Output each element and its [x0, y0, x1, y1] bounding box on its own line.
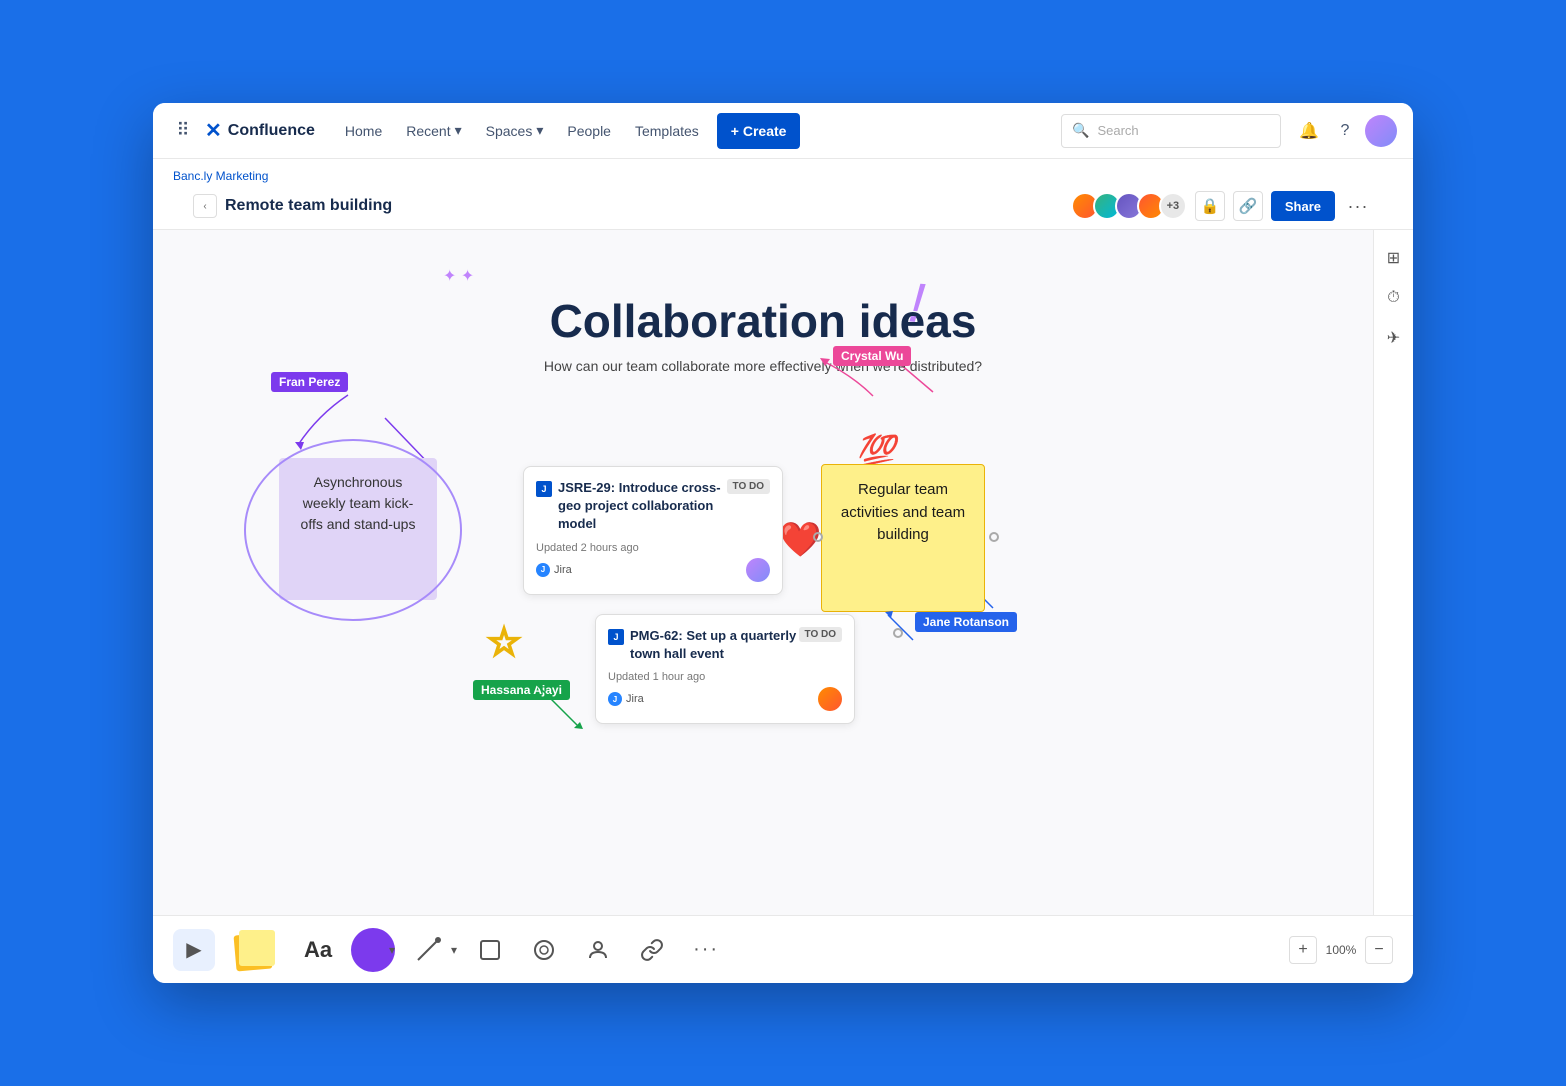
help-icon[interactable]: ?	[1329, 115, 1361, 147]
nav-people[interactable]: People	[557, 113, 621, 149]
jira-icon-2: J	[608, 629, 624, 645]
jira-card-1[interactable]: J JSRE-29: Introduce cross-geo project c…	[523, 466, 783, 595]
smart-link-icon	[532, 938, 556, 962]
line-icon	[412, 934, 444, 966]
chevron-down-icon: ▾	[455, 122, 462, 139]
link-tool[interactable]	[631, 929, 673, 971]
arrow-crystal	[843, 356, 903, 406]
jira-user-avatar-1	[746, 558, 770, 582]
canvas-area: ✦ ✦ Collaboration ideas ! How can our te…	[153, 230, 1373, 915]
sidebar-toggle[interactable]: ‹	[193, 194, 217, 218]
sticky-light-sample	[239, 930, 275, 966]
jira-updated-2: Updated 1 hour ago	[608, 671, 842, 683]
confluence-logo-icon: ✕	[205, 118, 222, 143]
more-tools[interactable]: ···	[685, 929, 727, 971]
zoom-out-button[interactable]: −	[1365, 936, 1393, 964]
jira-user-avatar-2	[818, 687, 842, 711]
line-dropdown-arrow[interactable]: ▾	[451, 943, 457, 957]
shape-icon	[478, 938, 502, 962]
nav-home[interactable]: Home	[335, 113, 392, 149]
notifications-icon[interactable]: 🔔	[1293, 115, 1325, 147]
jira-footer-1: J Jira	[536, 558, 770, 582]
shape-tool[interactable]	[469, 929, 511, 971]
zoom-in-button[interactable]: +	[1289, 936, 1317, 964]
search-input[interactable]: 🔍 Search	[1061, 114, 1281, 148]
bottom-toolbar: ▶ Aa ▾	[153, 915, 1413, 983]
sparkle-deco: ✦ ✦	[443, 266, 474, 286]
canvas-subtitle: How can our team collaborate more effect…	[544, 358, 982, 374]
jira-card-1-title: JSRE-29: Introduce cross-geo project col…	[558, 479, 727, 534]
smart-link-tool[interactable]	[523, 929, 565, 971]
avatar-count[interactable]: +3	[1159, 192, 1187, 220]
chevron-down-icon: ▾	[536, 122, 543, 139]
arrow-jane	[883, 610, 933, 660]
search-icon: 🔍	[1072, 122, 1089, 139]
nav-recent[interactable]: Recent ▾	[396, 113, 471, 149]
jira-status-2: TO DO	[799, 627, 842, 642]
breadcrumb: Banc.ly Marketing	[173, 169, 1393, 187]
jira-source-1: J Jira	[536, 563, 572, 577]
jira-icon-1: J	[536, 481, 552, 497]
timer-icon[interactable]: ⏱	[1378, 282, 1410, 314]
arrow-hassana	[537, 685, 597, 735]
text-tool[interactable]: Aa	[297, 929, 339, 971]
confluence-logo-text: Confluence	[228, 122, 315, 140]
pointer-tool[interactable]: ▶	[173, 929, 215, 971]
breadcrumb-parent[interactable]: Banc.ly Marketing	[173, 169, 268, 183]
user-avatar[interactable]	[1365, 115, 1397, 147]
share-button[interactable]: Share	[1271, 191, 1335, 221]
zoom-controls: + 100% −	[1289, 936, 1393, 964]
more-button[interactable]: ···	[1343, 191, 1373, 221]
jira-card-2[interactable]: J PMG-62: Set up a quarterly town hall e…	[595, 614, 855, 724]
circle-deco	[243, 430, 463, 630]
color-tool-group: ▾	[351, 928, 395, 972]
confluence-logo[interactable]: ✕ Confluence	[205, 118, 315, 143]
nav-templates[interactable]: Templates	[625, 113, 709, 149]
jira-source-2: J Jira	[608, 692, 644, 706]
avatar-group: +3	[1071, 192, 1187, 220]
link-icon[interactable]: 🔗	[1233, 191, 1263, 221]
create-button[interactable]: + Create	[717, 113, 801, 149]
people-tool[interactable]	[577, 929, 619, 971]
navbar: ⠿ ✕ Confluence Home Recent ▾ Spaces ▾ Pe…	[153, 103, 1413, 159]
jira-updated-1: Updated 2 hours ago	[536, 542, 770, 554]
dot-2	[989, 532, 999, 542]
lock-icon[interactable]: 🔒	[1195, 191, 1225, 221]
nav-spaces[interactable]: Spaces ▾	[476, 113, 554, 149]
dot-1	[813, 532, 823, 542]
sticky-note-yellow[interactable]: Regular team activities and team buildin…	[821, 464, 985, 612]
stickies-tool[interactable]	[227, 926, 285, 974]
table-icon[interactable]: ⊞	[1378, 242, 1410, 274]
whiteboard-canvas[interactable]: ✦ ✦ Collaboration ideas ! How can our te…	[153, 230, 1373, 915]
people-icon	[586, 938, 610, 962]
jira-source-icon-1: J	[536, 563, 550, 577]
grid-icon[interactable]: ⠿	[169, 117, 197, 145]
color-dropdown-arrow[interactable]: ▾	[389, 943, 395, 957]
page-title-bar: ‹ Remote team building +3 🔒 🔗	[173, 187, 1393, 229]
jira-footer-2: J Jira	[608, 687, 842, 711]
link-icon-bt	[640, 938, 664, 962]
title-right: +3 🔒 🔗 Share ···	[1071, 191, 1373, 221]
content-area: Banc.ly Marketing ‹ Remote team building	[153, 159, 1413, 983]
star-deco: ☆	[487, 620, 521, 665]
line-tool[interactable]	[407, 929, 449, 971]
zoom-level: 100%	[1319, 943, 1363, 957]
dot-3	[893, 628, 903, 638]
right-toolbar: ⊞ ⏱ ✈	[1373, 230, 1413, 915]
jira-status-1: TO DO	[727, 479, 770, 494]
jira-source-icon-2: J	[608, 692, 622, 706]
nav-icon-group: 🔔 ?	[1293, 115, 1397, 147]
play-icon: ▶	[186, 937, 201, 962]
line-tool-group: ▾	[407, 929, 457, 971]
magic-icon[interactable]: ✈	[1378, 322, 1410, 354]
app-window: ⠿ ✕ Confluence Home Recent ▾ Spaces ▾ Pe…	[153, 103, 1413, 983]
jira-card-2-title: PMG-62: Set up a quarterly town hall eve…	[630, 627, 799, 663]
page-title: Remote team building	[225, 197, 392, 215]
